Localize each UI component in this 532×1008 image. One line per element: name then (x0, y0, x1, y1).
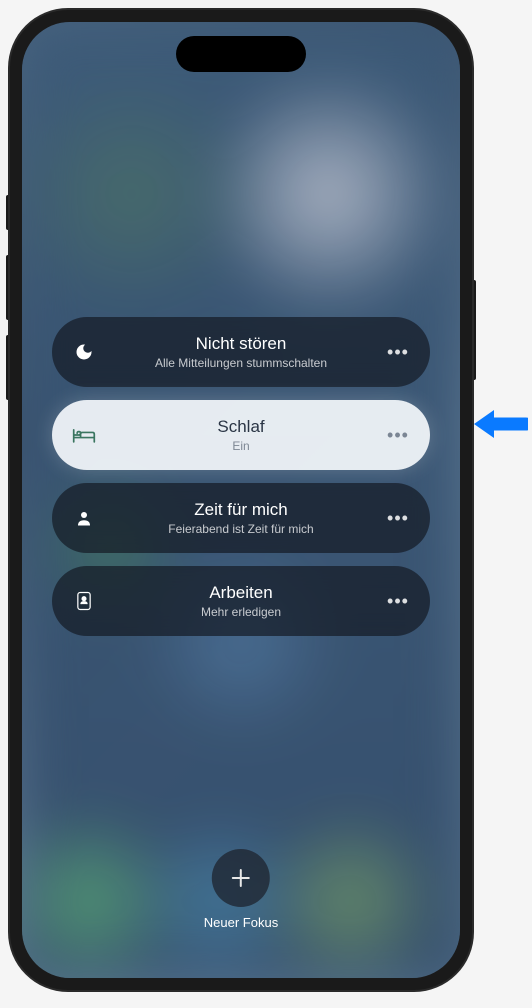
focus-subtitle: Alle Mitteilungen stummschalten (155, 356, 327, 370)
focus-title: Schlaf (217, 417, 264, 437)
focus-text: Arbeiten Mehr erledigen (98, 583, 384, 619)
new-focus-button[interactable] (212, 849, 270, 907)
focus-text: Zeit für mich Feierabend ist Zeit für mi… (98, 500, 384, 536)
focus-title: Nicht stören (196, 334, 287, 354)
focus-subtitle: Feierabend ist Zeit für mich (168, 522, 313, 536)
bed-icon (70, 421, 98, 449)
focus-title: Zeit für mich (194, 500, 288, 520)
focus-text: Schlaf Ein (98, 417, 384, 453)
focus-title: Arbeiten (209, 583, 272, 603)
callout-arrow (472, 406, 528, 442)
focus-text: Nicht stören Alle Mitteilungen stummscha… (98, 334, 384, 370)
moon-icon (70, 338, 98, 366)
plus-icon (229, 866, 253, 890)
focus-subtitle: Ein (232, 439, 249, 453)
person-icon (70, 504, 98, 532)
phone-frame: Nicht stören Alle Mitteilungen stummscha… (10, 10, 472, 990)
focus-mode-list: Nicht stören Alle Mitteilungen stummscha… (52, 317, 430, 636)
focus-item-personal[interactable]: Zeit für mich Feierabend ist Zeit für mi… (52, 483, 430, 553)
focus-item-work[interactable]: Arbeiten Mehr erledigen ••• (52, 566, 430, 636)
focus-item-do-not-disturb[interactable]: Nicht stören Alle Mitteilungen stummscha… (52, 317, 430, 387)
dynamic-island (176, 36, 306, 72)
more-icon[interactable]: ••• (384, 338, 412, 366)
more-icon[interactable]: ••• (384, 421, 412, 449)
focus-item-sleep[interactable]: Schlaf Ein ••• (52, 400, 430, 470)
new-focus-label: Neuer Fokus (204, 915, 278, 930)
more-icon[interactable]: ••• (384, 504, 412, 532)
more-icon[interactable]: ••• (384, 587, 412, 615)
phone-power-button (472, 280, 476, 380)
phone-screen: Nicht stören Alle Mitteilungen stummscha… (22, 22, 460, 978)
focus-subtitle: Mehr erledigen (201, 605, 281, 619)
new-focus-container: Neuer Fokus (204, 849, 278, 930)
badge-icon (70, 587, 98, 615)
